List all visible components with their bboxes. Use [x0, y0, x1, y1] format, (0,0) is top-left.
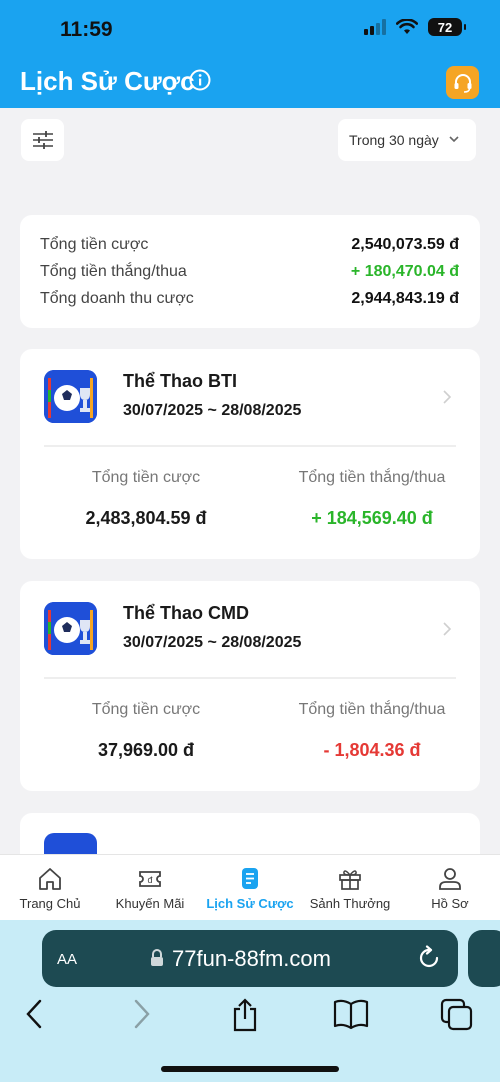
summary-value: + 180,470.04 đ: [350, 263, 459, 280]
browser-nav: [0, 998, 500, 1034]
chevron-down-icon: [449, 136, 459, 143]
chevron-right-icon: [443, 390, 452, 404]
date-range-select[interactable]: Trong 30 ngày: [338, 119, 476, 161]
support-button[interactable]: [446, 66, 479, 99]
summary-label: Tổng doanh thu cược: [40, 290, 194, 307]
game-name: Thể Thao CMD: [123, 603, 249, 623]
bet-label: Tổng tiền cược: [91, 701, 201, 718]
address-bar[interactable]: AA 77fun-88fm.com: [42, 930, 458, 987]
summary-card: Tổng tiền cược 2,540,073.59 đ Tổng tiền …: [20, 215, 480, 328]
tab-home[interactable]: Trang Chủ: [0, 855, 100, 920]
tabs-icon[interactable]: [440, 998, 474, 1032]
summary-value: 2,944,843.19 đ: [351, 290, 459, 307]
tab-bet-history[interactable]: Lịch Sử Cược: [200, 855, 300, 920]
tab-label: Khuyến Mãi: [115, 896, 185, 911]
chevron-right-icon: [443, 622, 452, 636]
headset-icon: [454, 73, 471, 93]
tab-profile[interactable]: Hồ Sơ: [400, 855, 500, 920]
battery-indicator: 72: [428, 18, 466, 36]
page-title: Lịch Sử Cược: [20, 66, 195, 96]
game-card[interactable]: Thể Thao CMD 30/07/2025 ~ 28/08/2025 Tổn…: [20, 581, 480, 791]
winloss-value: + 184,569.40 đ: [311, 508, 433, 528]
status-time: 11:59: [60, 18, 113, 41]
tab-label: Hồ Sơ: [431, 896, 469, 911]
divider: [44, 445, 456, 447]
info-icon[interactable]: [189, 69, 211, 91]
game-name: Thể Thao BTI: [123, 371, 237, 391]
status-icons: 72: [364, 18, 466, 36]
summary-row: Tổng doanh thu cược 2,944,843.19 đ: [40, 290, 459, 308]
svg-text:đ: đ: [147, 875, 152, 885]
date-range-label: Trong 30 ngày: [349, 132, 439, 148]
back-icon[interactable]: [24, 998, 44, 1030]
tab-label: Lịch Sử Cược: [206, 896, 294, 911]
ticket-icon: đ: [139, 871, 161, 887]
user-icon: [439, 868, 461, 890]
share-icon[interactable]: [230, 998, 260, 1032]
bet-value: 2,483,804.59 đ: [85, 508, 207, 528]
document-icon: [242, 868, 258, 889]
reload-icon[interactable]: [416, 945, 442, 971]
winloss-value: - 1,804.36 đ: [323, 740, 421, 760]
summary-label: Tổng tiền thắng/thua: [40, 263, 187, 280]
sliders-icon: [32, 131, 53, 149]
filter-button[interactable]: [21, 119, 64, 161]
url-text: 77fun-88fm.com: [172, 946, 331, 971]
game-card[interactable]: Thể Thao BTI 30/07/2025 ~ 28/08/2025 Tổn…: [20, 349, 480, 559]
soccer-trophy-icon: [44, 602, 97, 655]
bet-value: 37,969.00 đ: [97, 740, 195, 760]
summary-value: 2,540,073.59 đ: [351, 236, 459, 253]
summary-row: Tổng tiền cược 2,540,073.59 đ: [40, 236, 459, 254]
home-icon: [39, 868, 61, 890]
bottom-tab-bar: Trang Chủ đ Khuyến Mãi Lịch Sử Cược Sảnh…: [0, 854, 500, 920]
winloss-label: Tổng tiền thắng/thua: [298, 469, 446, 486]
gift-icon: [339, 870, 361, 890]
home-indicator: [161, 1066, 339, 1072]
game-dates: 30/07/2025 ~ 28/08/2025: [123, 402, 302, 419]
lock-icon: [151, 949, 163, 966]
soccer-trophy-icon: [44, 370, 97, 423]
game-dates: 30/07/2025 ~ 28/08/2025: [123, 634, 302, 651]
tab-label: Sảnh Thưởng: [309, 896, 391, 911]
summary-label: Tổng tiền cược: [40, 236, 149, 253]
forward-icon[interactable]: [132, 998, 152, 1030]
divider: [44, 677, 456, 679]
next-tab-preview[interactable]: [468, 930, 500, 987]
winloss-label: Tổng tiền thắng/thua: [298, 701, 446, 718]
browser-toolbar: AA 77fun-88fm.com: [0, 920, 500, 1082]
bet-label: Tổng tiền cược: [91, 469, 201, 486]
tab-rewards[interactable]: Sảnh Thưởng: [300, 855, 400, 920]
bookmarks-icon[interactable]: [333, 998, 369, 1030]
header-bar: 11:59 72 Lịch Sử Cược: [0, 0, 500, 108]
wifi-icon: [396, 19, 418, 34]
reader-aa-button[interactable]: AA: [57, 947, 77, 970]
signal-icon: [364, 19, 386, 35]
tab-label: Trang Chủ: [19, 896, 81, 911]
tab-promotions[interactable]: đ Khuyến Mãi: [100, 855, 200, 920]
summary-row: Tổng tiền thắng/thua + 180,470.04 đ: [40, 263, 459, 281]
